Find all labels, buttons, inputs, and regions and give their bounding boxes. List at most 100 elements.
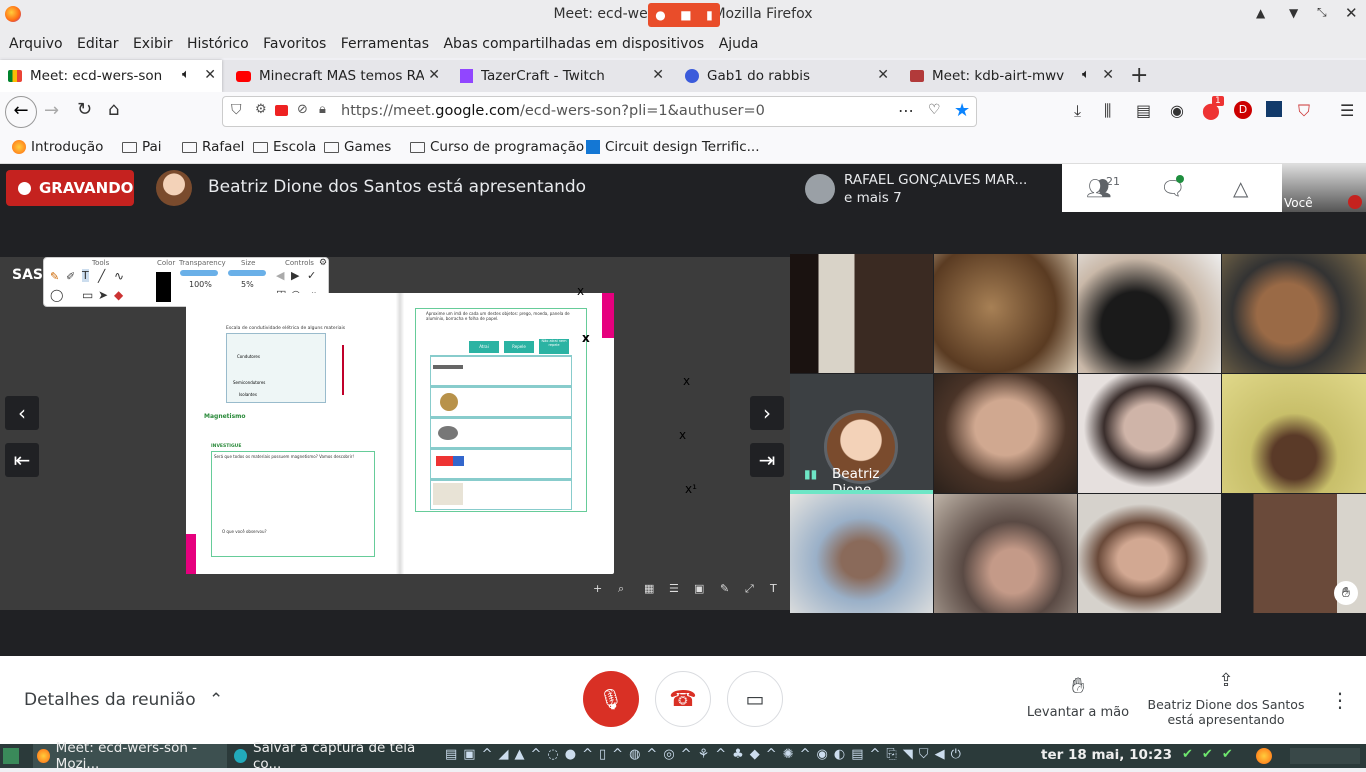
folder-icon[interactable]: ▤ [445, 747, 457, 765]
extension-d-icon[interactable]: D [1234, 101, 1252, 119]
menu-item-arquivo[interactable]: Arquivo [9, 30, 63, 58]
download-icon[interactable]: ⤓ [1074, 101, 1081, 121]
new-tab-button[interactable]: + [1130, 63, 1148, 88]
add-icon[interactable]: + [593, 582, 602, 595]
line-tool-icon[interactable]: ╱ [98, 269, 105, 283]
chevron-icon[interactable]: ^ [482, 747, 493, 765]
clear-icon[interactable]: ✓ [307, 269, 316, 282]
microphone-off-icon[interactable]: ⊘ [297, 102, 308, 117]
chevron-icon[interactable]: ^ [531, 747, 542, 765]
firefox-icon[interactable] [1256, 748, 1272, 764]
transparency-slider[interactable] [180, 270, 218, 276]
eraser-icon[interactable]: ◆ [114, 288, 123, 302]
pointer-tool-icon[interactable]: ➤ [98, 288, 108, 302]
self-view[interactable]: Você [1282, 164, 1366, 212]
tab-gab1[interactable]: Gab1 do rabbis ✕ [677, 60, 895, 92]
present-icon[interactable]: ▣ [694, 582, 704, 595]
shield-icon[interactable]: ⛉ [231, 102, 242, 118]
presenting-button[interactable]: ⇪ Beatriz Dione dos Santos está apresent… [1140, 670, 1312, 727]
chevron-icon[interactable]: ^ [582, 747, 593, 765]
camera-toggle-button[interactable]: ▭ [727, 671, 783, 727]
participant-tile[interactable]: ✋︎ [1222, 494, 1366, 613]
raise-hand-button[interactable]: ✋︎ Levantar a mão [1022, 674, 1134, 720]
participant-tile[interactable] [934, 494, 1077, 613]
close-window-button[interactable]: ✕ [1345, 4, 1358, 22]
firefox-icon[interactable]: ● [565, 747, 576, 765]
speaker-icon[interactable]: 🔈︎ [182, 67, 190, 82]
text-icon[interactable]: T [770, 582, 777, 595]
menu-item-ferramentas[interactable]: Ferramentas [341, 30, 429, 58]
bookmark-circuit-design[interactable]: Circuit design Terrific... [586, 139, 760, 155]
chevron-icon[interactable]: ^ [681, 747, 692, 765]
shield-icon[interactable]: ⛉ [919, 747, 929, 765]
home-button[interactable]: ⌂ [108, 99, 119, 120]
first-slide-button[interactable]: ⇤ [5, 443, 39, 477]
participants-summary[interactable]: RAFAEL GONÇALVES MAR... e mais 7 [797, 164, 1063, 212]
app-icon[interactable]: ◎ [663, 747, 674, 765]
tab-twitch[interactable]: TazerCraft - Twitch ✕ [452, 60, 670, 92]
permissions-icon[interactable]: ⚙ [255, 102, 267, 117]
meeting-details-button[interactable]: Detalhes da reunião ⌃ [24, 690, 223, 710]
document-icon[interactable]: ▯ [599, 747, 606, 765]
text-tool-icon[interactable]: T [82, 269, 89, 282]
color-swatch[interactable] [156, 272, 171, 302]
check-icon[interactable]: ✔ [1222, 747, 1233, 762]
more-options-icon[interactable]: ⋮ [1330, 688, 1350, 712]
menu-item-ajuda[interactable]: Ajuda [719, 30, 759, 58]
close-tab-icon[interactable]: ✕ [204, 67, 216, 83]
camera-icon[interactable] [275, 105, 288, 116]
chevron-icon[interactable]: ^ [869, 747, 880, 765]
app-icon[interactable]: ◍ [629, 747, 640, 765]
forward-button[interactable]: → [44, 100, 59, 121]
app-icon[interactable]: ♣ [732, 747, 744, 765]
close-tab-icon[interactable]: ✕ [652, 67, 664, 83]
app-icon[interactable]: ◌ [547, 747, 558, 765]
app-menu-icon[interactable] [3, 748, 19, 764]
menu-item-abas-compartilhadas[interactable]: Abas compartilhadas em dispositivos [443, 30, 704, 58]
size-slider[interactable] [228, 270, 266, 276]
participant-tile[interactable] [1222, 374, 1366, 493]
chevron-icon[interactable]: ^ [612, 747, 623, 765]
minimize-window-button[interactable]: ▲ [1256, 6, 1265, 20]
bookmark-pai[interactable]: Pai [122, 139, 162, 155]
check-icon[interactable]: ✔ [1202, 747, 1213, 762]
last-slide-button[interactable]: ⇥ [750, 443, 784, 477]
thumbnails-icon[interactable]: ▦ [644, 582, 654, 595]
sharing-indicator[interactable]: ● ■ ▮ [648, 3, 720, 27]
pencil-icon[interactable]: ✎ [50, 270, 59, 283]
close-tab-icon[interactable]: ✕ [428, 67, 440, 83]
participant-tile[interactable] [790, 494, 933, 613]
participant-tile[interactable] [934, 374, 1077, 493]
volume-icon[interactable]: ◀︎ [935, 747, 945, 765]
menu-item-favoritos[interactable]: Favoritos [263, 30, 326, 58]
power-icon[interactable]: ⏻ [951, 747, 961, 765]
resize-window-button[interactable]: ⤡ [1317, 5, 1327, 20]
participant-tile[interactable] [1078, 494, 1221, 613]
clip-icon[interactable]: ⎘ [886, 747, 896, 765]
url-bar[interactable]: ⛉ ⚙ ⊘ 🔒︎ https://meet.google.com/ecd-wer… [222, 96, 977, 127]
bookmark-escola[interactable]: Escola [253, 139, 316, 155]
participant-tile[interactable] [790, 254, 933, 373]
app-icon[interactable]: ✺ [783, 747, 794, 765]
app-icon[interactable]: ◐ [834, 747, 845, 765]
menu-icon[interactable]: ☰ [1340, 101, 1354, 120]
next-slide-button[interactable]: › [750, 396, 784, 430]
wifi-icon[interactable]: ◥ [903, 747, 913, 765]
chevron-icon[interactable]: ^ [715, 747, 726, 765]
back-button[interactable]: ← [5, 96, 37, 128]
fullscreen-icon[interactable]: ⤢ [745, 582, 754, 596]
curve-tool-icon[interactable]: ∿ [114, 269, 124, 283]
telegram-icon[interactable]: ◢ [499, 747, 509, 765]
pocket-icon[interactable]: ♡ [928, 102, 941, 118]
tab-meet-ecd-wers-son[interactable]: Meet: ecd-wers-son 🔈︎ ✕ [0, 60, 222, 92]
participant-tile[interactable] [934, 254, 1077, 373]
bookmark-curso-de-programacao[interactable]: Curso de programação [410, 139, 584, 155]
clock[interactable]: ter 18 mai, 10:23 [1041, 747, 1172, 763]
sidebar-icon[interactable]: ▤ [1136, 101, 1151, 120]
menu-item-editar[interactable]: Editar [77, 30, 118, 58]
marker-icon[interactable]: ✐ [66, 270, 75, 283]
chevron-icon[interactable]: ^ [646, 747, 657, 765]
chrome-icon[interactable]: ◉ [817, 747, 828, 765]
chevron-icon[interactable]: ^ [766, 747, 777, 765]
bookmark-rafael[interactable]: Rafael [182, 139, 244, 155]
